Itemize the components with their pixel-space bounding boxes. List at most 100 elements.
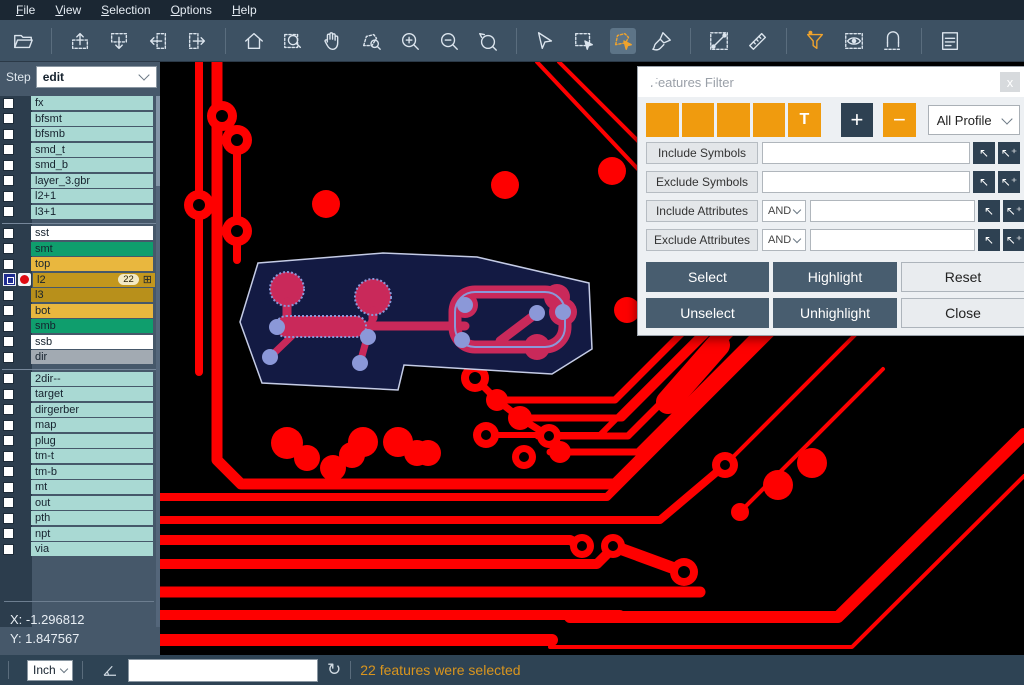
close-icon[interactable]: x — [1000, 72, 1020, 92]
layer-name-bar[interactable]: tm-b — [31, 465, 153, 479]
layer-visibility-checkbox[interactable] — [3, 321, 14, 332]
pad-feature-icon[interactable] — [682, 103, 715, 137]
layer-visibility-checkbox[interactable] — [3, 290, 14, 301]
layer-visibility-checkbox[interactable] — [3, 435, 14, 446]
layer-row[interactable]: ssb — [0, 335, 160, 349]
clear-brush-icon[interactable] — [649, 28, 675, 54]
home-view-icon[interactable] — [241, 28, 267, 54]
zoom-out-icon[interactable] — [436, 28, 462, 54]
angle-measure-icon[interactable] — [101, 661, 119, 679]
layer-row[interactable]: l3+1 — [0, 205, 160, 219]
layer-row[interactable]: npt — [0, 527, 160, 541]
pick-add-symbol-icon[interactable]: ↖⁺ — [998, 142, 1020, 164]
layer-name-bar[interactable]: top — [31, 257, 153, 271]
layer-visibility-checkbox[interactable] — [3, 352, 14, 363]
features-filter-icon[interactable] — [802, 28, 828, 54]
layer-name-bar[interactable]: dir — [31, 350, 153, 364]
close-button[interactable]: Close — [901, 298, 1024, 328]
exclude-attributes-button[interactable]: Exclude Attributes — [646, 229, 758, 251]
pick-add-symbol-icon[interactable]: ↖⁺ — [998, 171, 1020, 193]
pick-add-attribute-icon[interactable]: ↖⁺ — [1003, 229, 1024, 251]
layer-name-bar[interactable]: smt — [31, 242, 153, 256]
layer-row[interactable]: mt — [0, 480, 160, 494]
layer-row[interactable]: bot — [0, 304, 160, 318]
layer-visibility-checkbox[interactable] — [3, 191, 14, 202]
layer-name-bar[interactable]: bot — [31, 304, 153, 318]
include-attributes-button[interactable]: Include Attributes — [646, 200, 758, 222]
layer-name-bar[interactable]: pth — [31, 511, 153, 525]
layer-row[interactable]: sst — [0, 226, 160, 240]
layer-visibility-checkbox[interactable] — [3, 305, 14, 316]
layer-visibility-checkbox[interactable] — [3, 482, 14, 493]
pick-attribute-icon[interactable]: ↖ — [978, 229, 1000, 251]
layer-name-bar[interactable]: smb — [31, 319, 153, 333]
select-button[interactable]: Select — [646, 262, 769, 292]
remove-filter-icon[interactable]: − — [883, 103, 916, 137]
measure-ruler-icon[interactable] — [745, 28, 771, 54]
layer-visibility-checkbox[interactable] — [3, 544, 14, 555]
layer-visibility-checkbox[interactable] — [3, 129, 14, 140]
exclude-symbols-input[interactable] — [762, 171, 970, 193]
layer-row[interactable]: smt — [0, 242, 160, 256]
layer-visibility-checkbox[interactable] — [3, 228, 14, 239]
layer-row[interactable]: dir — [0, 350, 160, 364]
layer-name-bar[interactable]: dirgerber — [31, 403, 153, 417]
layer-row[interactable]: tm-t — [0, 449, 160, 463]
layer-visibility-checkbox[interactable] — [3, 98, 14, 109]
pan-right-icon[interactable] — [184, 28, 210, 54]
profile-select[interactable]: All Profile — [928, 105, 1020, 135]
layer-visibility-checkbox[interactable] — [3, 259, 14, 270]
pan-down-icon[interactable] — [106, 28, 132, 54]
menu-view[interactable]: View — [45, 1, 91, 19]
include-symbols-button[interactable]: Include Symbols — [646, 142, 758, 164]
layer-name-bar[interactable]: l2+1 — [31, 189, 153, 203]
include-symbols-input[interactable] — [762, 142, 970, 164]
layer-name-bar[interactable]: npt — [31, 527, 153, 541]
layer-row[interactable]: target — [0, 387, 160, 401]
layer-visibility-checkbox[interactable] — [3, 420, 14, 431]
layer-row[interactable]: tm-b — [0, 465, 160, 479]
measure-point-icon[interactable] — [706, 28, 732, 54]
layer-row[interactable]: via — [0, 542, 160, 556]
menu-options[interactable]: Options — [161, 1, 222, 19]
layer-name-bar[interactable]: mt — [31, 480, 153, 494]
layer-row[interactable]: smb — [0, 319, 160, 333]
layer-name-bar[interactable]: layer_3.gbr — [31, 174, 153, 188]
select-rectangle-icon[interactable] — [571, 28, 597, 54]
command-input[interactable] — [128, 659, 318, 682]
select-icon[interactable] — [532, 28, 558, 54]
refresh-icon[interactable]: ↻ — [327, 660, 341, 680]
layer-name-bar[interactable]: tm-t — [31, 449, 153, 463]
pcb-canvas[interactable]: Features Filter x T + − All Profile Incl… — [160, 62, 1024, 655]
layer-visibility-checkbox[interactable] — [3, 497, 14, 508]
pick-symbol-icon[interactable]: ↖ — [973, 171, 995, 193]
unit-select[interactable]: Inch — [27, 660, 73, 681]
layer-row[interactable]: l2+1 — [0, 189, 160, 203]
layer-row[interactable]: l3 — [0, 288, 160, 302]
layer-panel-icon[interactable] — [937, 28, 963, 54]
zoom-polygon-icon[interactable] — [358, 28, 384, 54]
zoom-window-icon[interactable] — [280, 28, 306, 54]
zoom-previous-icon[interactable] — [475, 28, 501, 54]
layer-name-bar[interactable]: map — [31, 418, 153, 432]
layer-row[interactable]: smd_b — [0, 158, 160, 172]
dialog-title-bar[interactable]: Features Filter x — [638, 67, 1024, 97]
layer-row[interactable]: map — [0, 418, 160, 432]
pan-left-icon[interactable] — [145, 28, 171, 54]
layer-name-bar[interactable]: plug — [31, 434, 153, 448]
layer-visibility-checkbox[interactable] — [3, 451, 14, 462]
pan-hand-icon[interactable] — [319, 28, 345, 54]
layer-visibility-checkbox[interactable] — [3, 528, 14, 539]
pick-attribute-icon[interactable]: ↖ — [978, 200, 1000, 222]
snap-icon[interactable] — [880, 28, 906, 54]
layer-row[interactable]: l222⊞ — [0, 273, 160, 287]
unselect-button[interactable]: Unselect — [646, 298, 769, 328]
layer-name-bar[interactable]: bfsmb — [31, 127, 153, 141]
highlight-button[interactable]: Highlight — [773, 262, 897, 292]
layer-name-bar[interactable]: l222⊞ — [33, 273, 155, 287]
layer-name-bar[interactable]: 2dir-- — [31, 372, 153, 386]
surface-feature-icon[interactable] — [717, 103, 750, 137]
view-options-icon[interactable] — [841, 28, 867, 54]
arc-feature-icon[interactable] — [753, 103, 786, 137]
pick-add-attribute-icon[interactable]: ↖⁺ — [1003, 200, 1024, 222]
